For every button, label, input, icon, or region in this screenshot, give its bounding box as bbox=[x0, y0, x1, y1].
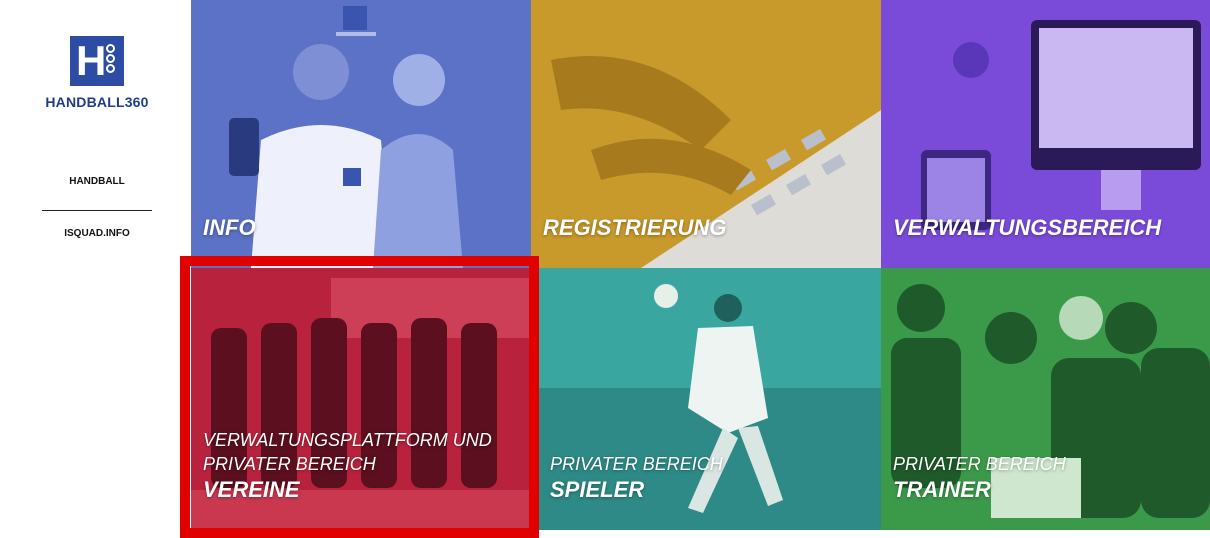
handball360-logo-icon: H bbox=[70, 36, 124, 86]
tile-verwaltungsbereich-label: VERWALTUNGSBEREICH bbox=[893, 214, 1204, 242]
tile-spieler-subtitle: PRIVATER BEREICH bbox=[550, 454, 723, 474]
tile-registrierung-label: REGISTRIERUNG bbox=[543, 214, 875, 242]
tile-vereine-subtitle: VERWALTUNGSPLATTFORM UND PRIVATER BEREIC… bbox=[203, 430, 492, 474]
tile-vereine-label: VERWALTUNGSPLATTFORM UND PRIVATER BEREIC… bbox=[203, 428, 532, 504]
tile-trainer-title: TRAINER bbox=[893, 477, 991, 502]
logo-text: HANDBALL360 bbox=[45, 94, 149, 110]
logo[interactable]: H HANDBALL360 bbox=[42, 36, 152, 116]
tile-trainer-label: PRIVATER BEREICH TRAINER bbox=[893, 452, 1204, 504]
nav-link-isquad-info[interactable]: ISQUAD.INFO bbox=[40, 228, 154, 239]
tile-verwaltungsbereich[interactable]: VERWALTUNGSBEREICH bbox=[881, 0, 1210, 268]
tile-registrierung[interactable]: REGISTRIERUNG bbox=[531, 0, 881, 268]
tile-info[interactable]: INFO bbox=[191, 0, 531, 268]
tile-trainer-subtitle: PRIVATER BEREICH bbox=[893, 454, 1066, 474]
tile-info-title: INFO bbox=[203, 215, 256, 240]
tile-registrierung-title: REGISTRIERUNG bbox=[543, 215, 727, 240]
nav-link-handball[interactable]: HANDBALL bbox=[40, 176, 154, 187]
tile-vereine-title: VEREINE bbox=[203, 477, 300, 502]
sidebar: H HANDBALL360 HANDBALL ISQUAD.INFO bbox=[0, 0, 191, 538]
tile-info-label: INFO bbox=[203, 214, 525, 242]
tile-spieler-title: SPIELER bbox=[550, 477, 645, 502]
sidebar-divider bbox=[42, 210, 152, 211]
tile-verwaltungsbereich-title: VERWALTUNGSBEREICH bbox=[893, 215, 1162, 240]
tile-spieler-label: PRIVATER BEREICH SPIELER bbox=[550, 452, 875, 504]
tile-trainer[interactable]: PRIVATER BEREICH TRAINER bbox=[881, 268, 1210, 530]
tile-vereine[interactable]: VERWALTUNGSPLATTFORM UND PRIVATER BEREIC… bbox=[191, 268, 538, 530]
tile-spieler[interactable]: PRIVATER BEREICH SPIELER bbox=[538, 268, 881, 530]
